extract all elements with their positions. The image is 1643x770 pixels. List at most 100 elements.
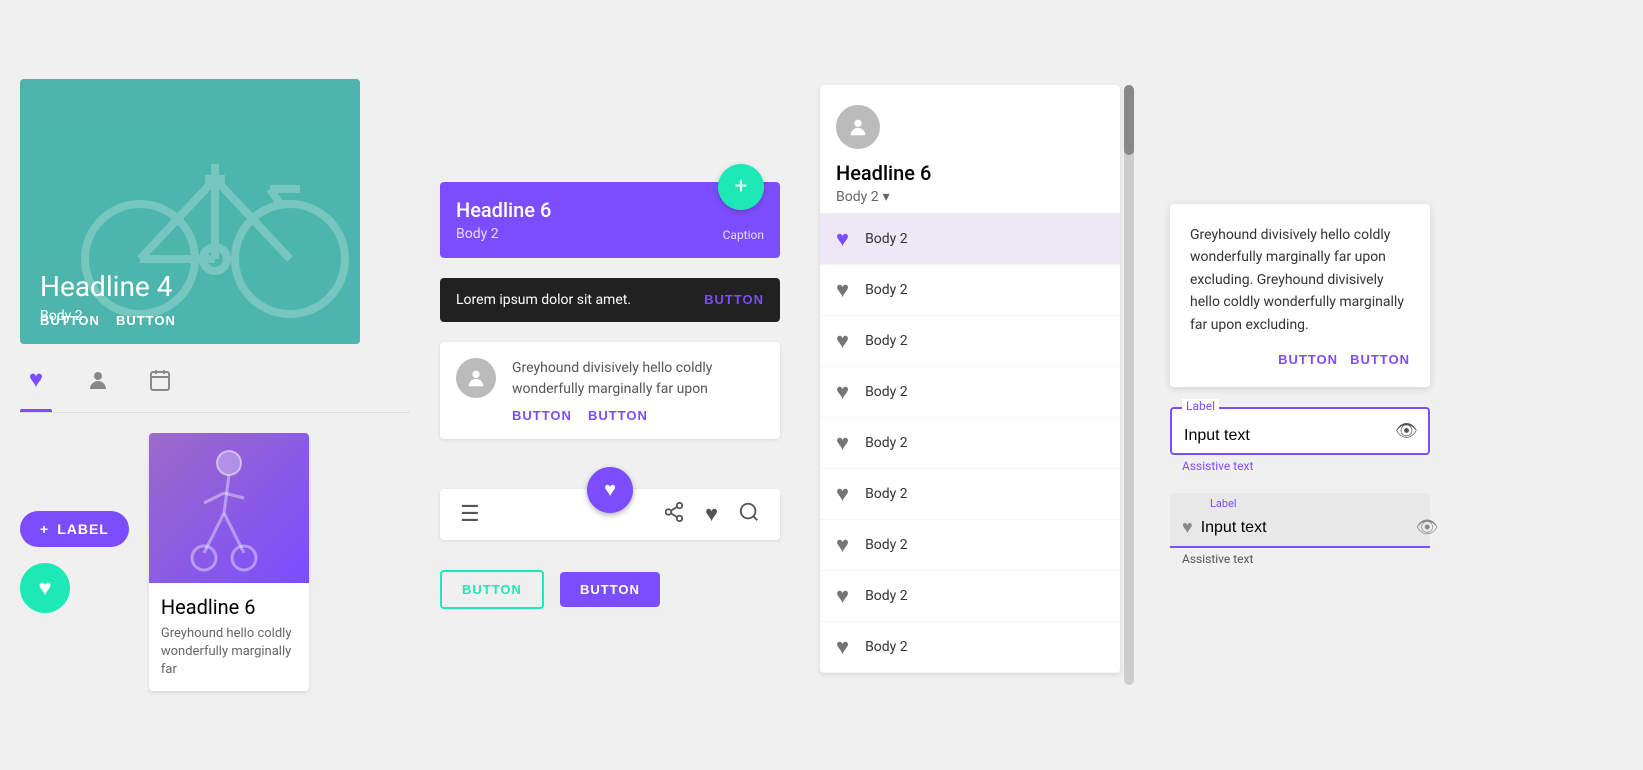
list-header-body2: Body 2 <box>836 189 879 205</box>
list-item-text-2: Body 2 <box>865 333 908 349</box>
list-item-heart-4: ♥ <box>836 430 849 456</box>
dialog-card: Greyhound divisively hello coldly wonder… <box>1170 204 1430 387</box>
bottom-app-bar: ♥ ☰ ♥ <box>440 489 780 540</box>
snackbar-button[interactable]: BUTTON <box>704 292 764 307</box>
filled-eye-icon[interactable]: 👁 <box>1416 517 1439 538</box>
heart-tab-icon: ♥ <box>20 364 52 396</box>
list-items: ♥ Body 2 ♥ Body 2 ♥ Body 2 ♥ Body 2 ♥ <box>820 214 1120 673</box>
bottom-bar-fab[interactable]: ♥ <box>587 467 633 513</box>
list-item-4[interactable]: ♥ Body 2 <box>820 418 1120 469</box>
menu-icon[interactable]: ☰ <box>460 502 480 527</box>
heart-fab-button[interactable]: ♥ <box>20 563 70 613</box>
banner-caption: Caption <box>723 228 764 242</box>
filled-assistive-text: Assistive text <box>1170 552 1430 566</box>
tabs-row: ♥ <box>20 364 410 413</box>
list-with-scrollbar: Headline 6 Body 2 ▾ ♥ Body 2 ♥ Body 2 ♥ <box>820 85 1140 685</box>
person-tab-icon <box>82 364 114 396</box>
dropdown-arrow-icon: ▾ <box>883 189 890 205</box>
list-card-content: Greyhound divisively hello coldly wonder… <box>512 358 764 423</box>
tab-person[interactable] <box>82 364 114 404</box>
list-item-2[interactable]: ♥ Body 2 <box>820 316 1120 367</box>
banner-headline: Headline 6 <box>456 198 764 222</box>
image-card-buttons: BUTTON BUTTON <box>40 309 176 332</box>
dialog-buttons: BUTTON BUTTON <box>1190 352 1410 367</box>
list-item-5[interactable]: ♥ Body 2 <box>820 469 1120 520</box>
list-container: Headline 6 Body 2 ▾ ♥ Body 2 ♥ Body 2 ♥ <box>820 85 1120 673</box>
banner-card: + Headline 6 Body 2 Caption <box>440 182 780 258</box>
list-item-6[interactable]: ♥ Body 2 <box>820 520 1120 571</box>
list-item-heart-0: ♥ <box>836 226 849 252</box>
share-icon[interactable] <box>663 501 685 528</box>
list-item-heart-5: ♥ <box>836 481 849 507</box>
list-item-text-0: Body 2 <box>865 231 908 247</box>
small-card-body: Headline 6 Greyhound hello coldly wonder… <box>149 583 309 692</box>
image-card-button1[interactable]: BUTTON <box>40 309 100 332</box>
image-card: Headline 4 Body 2 BUTTON BUTTON <box>20 79 360 344</box>
filled-input-field[interactable] <box>1201 519 1408 537</box>
bar-left-icons: ☰ <box>460 502 480 527</box>
outlined-eye-icon[interactable]: 👁 <box>1395 420 1418 441</box>
list-header-avatar <box>836 105 880 149</box>
list-item-text-4: Body 2 <box>865 435 908 451</box>
small-card-image <box>149 433 309 583</box>
heart-fab-icon: ♥ <box>38 575 51 601</box>
tab-heart[interactable]: ♥ <box>20 364 52 404</box>
list-item-1[interactable]: ♥ Body 2 <box>820 265 1120 316</box>
image-card-headline: Headline 4 <box>40 270 172 304</box>
filled-input-label: Label <box>1210 497 1237 510</box>
outlined-input-container: Label 👁 Assistive text <box>1170 407 1430 473</box>
filled-button[interactable]: BUTTON <box>560 572 660 607</box>
banner-fab-icon: + <box>735 174 747 199</box>
list-card-button1[interactable]: BUTTON <box>512 408 572 423</box>
list-item-8[interactable]: ♥ Body 2 <box>820 622 1120 673</box>
dialog-button1[interactable]: BUTTON <box>1278 352 1338 367</box>
column-3: Headline 6 Body 2 ▾ ♥ Body 2 ♥ Body 2 ♥ <box>820 85 1140 685</box>
list-card-action-buttons: BUTTON BUTTON <box>512 408 764 423</box>
list-card-avatar <box>456 358 496 398</box>
list-header-dropdown[interactable]: Body 2 ▾ <box>836 189 1104 205</box>
list-item-text-3: Body 2 <box>865 384 908 400</box>
small-card-text: Greyhound hello coldly wonderfully margi… <box>161 625 297 680</box>
list-header-headline: Headline 6 <box>836 161 1104 185</box>
list-item-text-1: Body 2 <box>865 282 908 298</box>
list-item-text-8: Body 2 <box>865 639 908 655</box>
filled-input-container: ♥ Label 👁 Assistive text <box>1170 493 1430 566</box>
heart-icon[interactable]: ♥ <box>705 501 718 527</box>
small-card: Headline 6 Greyhound hello coldly wonder… <box>149 433 309 692</box>
list-card-text: Greyhound divisively hello coldly wonder… <box>512 358 764 400</box>
list-header: Headline 6 Body 2 ▾ <box>820 85 1120 214</box>
banner-fab[interactable]: + <box>718 164 764 210</box>
bottom-bar-fab-icon: ♥ <box>604 477 616 502</box>
outlined-input-field[interactable] <box>1184 427 1381 445</box>
outlined-assistive-text: Assistive text <box>1170 459 1430 473</box>
dialog-button2[interactable]: BUTTON <box>1350 352 1410 367</box>
list-item-heart-2: ♥ <box>836 328 849 354</box>
scrollbar-track[interactable] <box>1124 85 1134 685</box>
list-item-heart-1: ♥ <box>836 277 849 303</box>
scrollbar-thumb[interactable] <box>1124 85 1134 155</box>
outlined-input-label: Label <box>1182 399 1219 413</box>
tab-calendar[interactable] <box>144 364 176 404</box>
banner-body2: Body 2 <box>456 226 764 242</box>
filled-input: ♥ Label 👁 <box>1170 493 1430 548</box>
list-card-button2[interactable]: BUTTON <box>588 408 648 423</box>
list-item-3[interactable]: ♥ Body 2 <box>820 367 1120 418</box>
list-item-heart-8: ♥ <box>836 634 849 660</box>
cyclist-illustration <box>149 433 309 583</box>
list-card: Greyhound divisively hello coldly wonder… <box>440 342 780 439</box>
image-card-button2[interactable]: BUTTON <box>116 309 176 332</box>
list-item-text-7: Body 2 <box>865 588 908 604</box>
outline-button[interactable]: BUTTON <box>440 570 544 609</box>
list-item-7[interactable]: ♥ Body 2 <box>820 571 1120 622</box>
list-item-0[interactable]: ♥ Body 2 <box>820 214 1120 265</box>
list-item-text-6: Body 2 <box>865 537 908 553</box>
list-item-heart-7: ♥ <box>836 583 849 609</box>
fab-row: + LABEL ♥ <box>20 433 410 692</box>
calendar-tab-icon <box>144 364 176 396</box>
small-card-headline: Headline 6 <box>161 595 297 619</box>
plus-icon: + <box>40 521 49 537</box>
bar-right-icons: ♥ <box>663 501 760 528</box>
outlined-input: Label 👁 <box>1170 407 1430 455</box>
fab-label-button[interactable]: + LABEL <box>20 511 129 547</box>
search-icon[interactable] <box>738 501 760 528</box>
